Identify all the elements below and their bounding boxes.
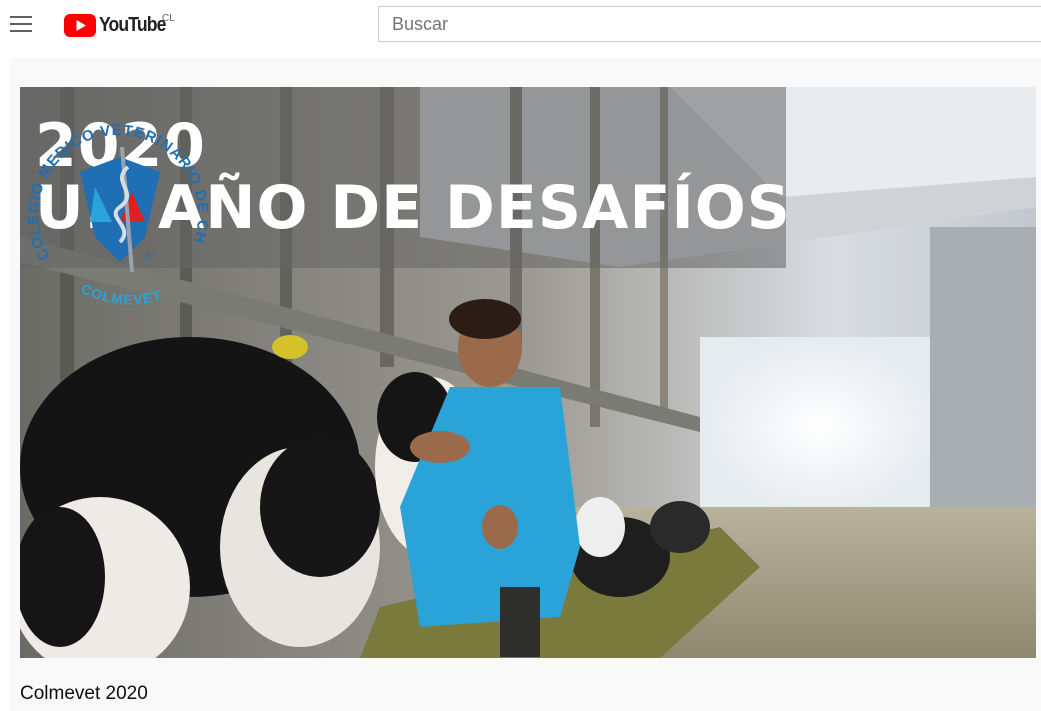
youtube-logo[interactable]: YouTube — [64, 12, 175, 38]
seal-bottom-text: COLMEVET — [79, 280, 163, 307]
country-code: CL — [162, 13, 175, 24]
search-input[interactable] — [378, 6, 1041, 42]
youtube-logo-text: YouTube — [99, 13, 166, 36]
video-title[interactable]: Colmevet 2020 — [20, 683, 148, 705]
top-bar: YouTube CL — [0, 0, 1041, 50]
registered-mark: ® — [145, 250, 153, 262]
svg-text:COLMEVET: COLMEVET — [79, 280, 164, 307]
video-thumbnail[interactable]: 2020 UN AÑO DE DESAFÍOS COLEGIO MEDICO V… — [20, 87, 1036, 658]
hamburger-menu-icon[interactable] — [10, 15, 32, 33]
colmevet-seal-logo: COLEGIO MEDICO VETERINARIO DE CHILE A.G.… — [20, 87, 210, 307]
youtube-play-icon — [64, 13, 96, 37]
